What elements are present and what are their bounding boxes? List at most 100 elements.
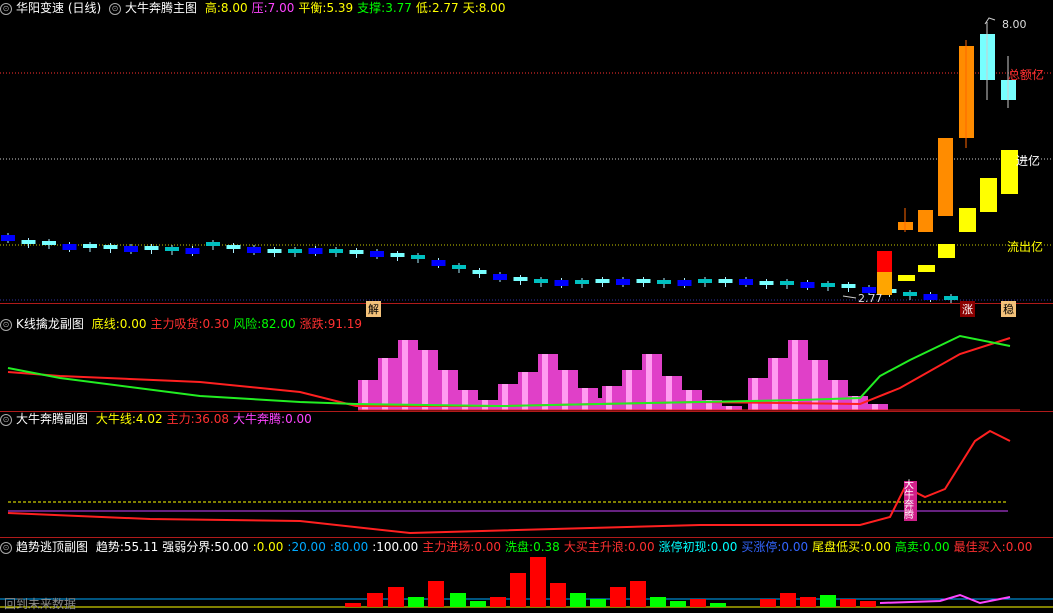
signal-bar xyxy=(345,603,361,607)
sub-chart-daniu[interactable]: ⊙ 大牛奔腾副图 大牛线:4.02 主力:36.08 大牛奔腾:0.00 大牛奔腾 xyxy=(0,411,1053,537)
signal-bar xyxy=(450,593,466,607)
signal-bar xyxy=(610,587,626,607)
price-low-label: 2.77 xyxy=(858,292,883,305)
param-label: 大牛线: xyxy=(95,412,136,426)
bar-highlight xyxy=(686,390,692,410)
candle-body xyxy=(288,249,302,253)
bar-highlight xyxy=(402,340,408,410)
candle-body xyxy=(636,279,651,283)
signal-bar xyxy=(860,601,876,607)
signal-bar xyxy=(590,599,606,607)
indicator-name: 大牛奔腾副图 xyxy=(16,412,89,426)
indicator-name: K线擒龙副图 xyxy=(16,317,84,331)
candle-body xyxy=(759,281,774,285)
param-label: 涨停初现: xyxy=(658,540,711,554)
candle-body xyxy=(267,249,282,253)
candle-body xyxy=(575,280,589,284)
param-value: 0.30 xyxy=(202,317,230,331)
candle-body xyxy=(534,279,548,283)
param-value: 20.00 xyxy=(291,540,326,554)
param-value: 0.00 xyxy=(710,540,738,554)
signal-bar xyxy=(820,595,836,607)
signal-bar xyxy=(710,603,726,607)
candle-body xyxy=(452,265,466,269)
daniu-chart[interactable] xyxy=(0,411,1053,537)
bar-highlight xyxy=(382,358,388,410)
signal-bar xyxy=(650,597,666,607)
daniu-marker: 大牛奔腾 xyxy=(904,481,917,521)
line-label-out: 流出亿 xyxy=(1007,240,1044,254)
circle-icon[interactable]: ⊙ xyxy=(0,318,12,331)
param-value: 0.00 xyxy=(922,540,950,554)
candle-body xyxy=(226,245,241,249)
sub-chart-klqinlong[interactable]: ⊙ K线擒龙副图 底线:0.00 主力吸货:0.30 风险:82.00 涨跌:91.19 xyxy=(0,316,1053,411)
candle-body xyxy=(349,250,364,254)
param-value: 80.00 xyxy=(333,540,369,554)
sub-chart-qushi[interactable]: ⊙ 趋势逃顶副图 趋势:55.11 强弱分界:50.00:0.00:20.00:80… xyxy=(0,537,1053,613)
circle-icon[interactable]: ⊙ xyxy=(0,413,12,426)
candle-body xyxy=(42,241,56,245)
bar-highlight xyxy=(442,370,448,410)
signal-bar xyxy=(570,593,586,607)
param-value: 0.00 xyxy=(474,540,502,554)
candle-body xyxy=(493,274,507,280)
signal-ji: 稳 xyxy=(1001,301,1016,317)
candlestick-chart[interactable] xyxy=(0,0,1053,303)
sub2-params: 大牛线:4.02 主力:36.08 大牛奔腾:0.00 xyxy=(96,412,316,426)
sub1-params: 底线:0.00 主力吸货:0.30 风险:82.00 涨跌:91.19 xyxy=(92,317,366,331)
signal-bar xyxy=(367,593,383,607)
param-value: 50.00 xyxy=(214,540,249,554)
candle-body xyxy=(411,255,425,259)
line-label-total: 总额亿 xyxy=(1008,68,1045,82)
signal-bar xyxy=(530,557,546,607)
bar-highlight xyxy=(752,378,758,410)
bar-highlight xyxy=(606,386,612,410)
candle-body xyxy=(938,138,953,216)
param-label: 趋势: xyxy=(95,540,124,554)
bar-highlight xyxy=(726,406,732,410)
signal-jie: 解 xyxy=(366,301,381,317)
signal-bar xyxy=(780,593,796,607)
bar-highlight xyxy=(542,354,548,410)
param-value: 0.00 xyxy=(781,540,809,554)
main-force-line xyxy=(7,429,1011,535)
signal-bar xyxy=(428,581,444,607)
signal-bar xyxy=(670,601,686,607)
candle-body xyxy=(21,240,36,244)
circle-icon[interactable]: ⊙ xyxy=(0,541,12,554)
param-label: 主力吸货: xyxy=(150,317,203,331)
candle-body xyxy=(698,279,712,283)
price-high-label: 8.00 xyxy=(1002,18,1027,31)
panel-divider xyxy=(0,303,1053,304)
candle-body xyxy=(370,251,384,257)
candle-body xyxy=(944,296,958,300)
sub3-header: ⊙ 趋势逃顶副图 趋势:55.11 强弱分界:50.00:0.00:20.00:80… xyxy=(0,539,1040,555)
main-chart-panel[interactable]: ⊙ 华阳变速 (日线) ⊙ 大牛奔腾主图 高:8.00 压:7.00 平衡:5.39 支撑… xyxy=(0,0,1053,303)
param-label: 强弱分界: xyxy=(162,540,215,554)
param-label: 大买主升浪: xyxy=(563,540,628,554)
param-value: 0.00 xyxy=(119,317,147,331)
param-label: 底线: xyxy=(91,317,120,331)
sub3-params: 趋势:55.11 强弱分界:50.00:0.00:20.00:80.00:100.… xyxy=(96,540,1037,554)
param-value: 100.00 xyxy=(376,540,419,554)
candle-body xyxy=(739,279,753,285)
candle-body xyxy=(800,282,815,288)
param-label: 大牛奔腾: xyxy=(233,412,286,426)
candle-body xyxy=(62,244,77,250)
candle-body xyxy=(103,245,118,249)
sub1-header: ⊙ K线擒龙副图 底线:0.00 主力吸货:0.30 风险:82.00 涨跌:91.19 xyxy=(0,316,370,332)
param-value: 0.00 xyxy=(1005,540,1033,554)
candle-body xyxy=(513,277,528,281)
candle-body xyxy=(1,235,15,241)
candle-body xyxy=(677,280,692,286)
candle-body xyxy=(390,253,405,257)
candle-body xyxy=(206,242,220,246)
signal-bar xyxy=(408,597,424,607)
signal-zhang: 涨 xyxy=(960,301,975,317)
param-value: 55.11 xyxy=(123,540,159,554)
candle-body xyxy=(431,260,446,266)
signal-bar xyxy=(388,587,404,607)
bar-highlight xyxy=(832,380,838,410)
param-label: 洗盘: xyxy=(505,540,534,554)
candle-body xyxy=(903,292,917,296)
